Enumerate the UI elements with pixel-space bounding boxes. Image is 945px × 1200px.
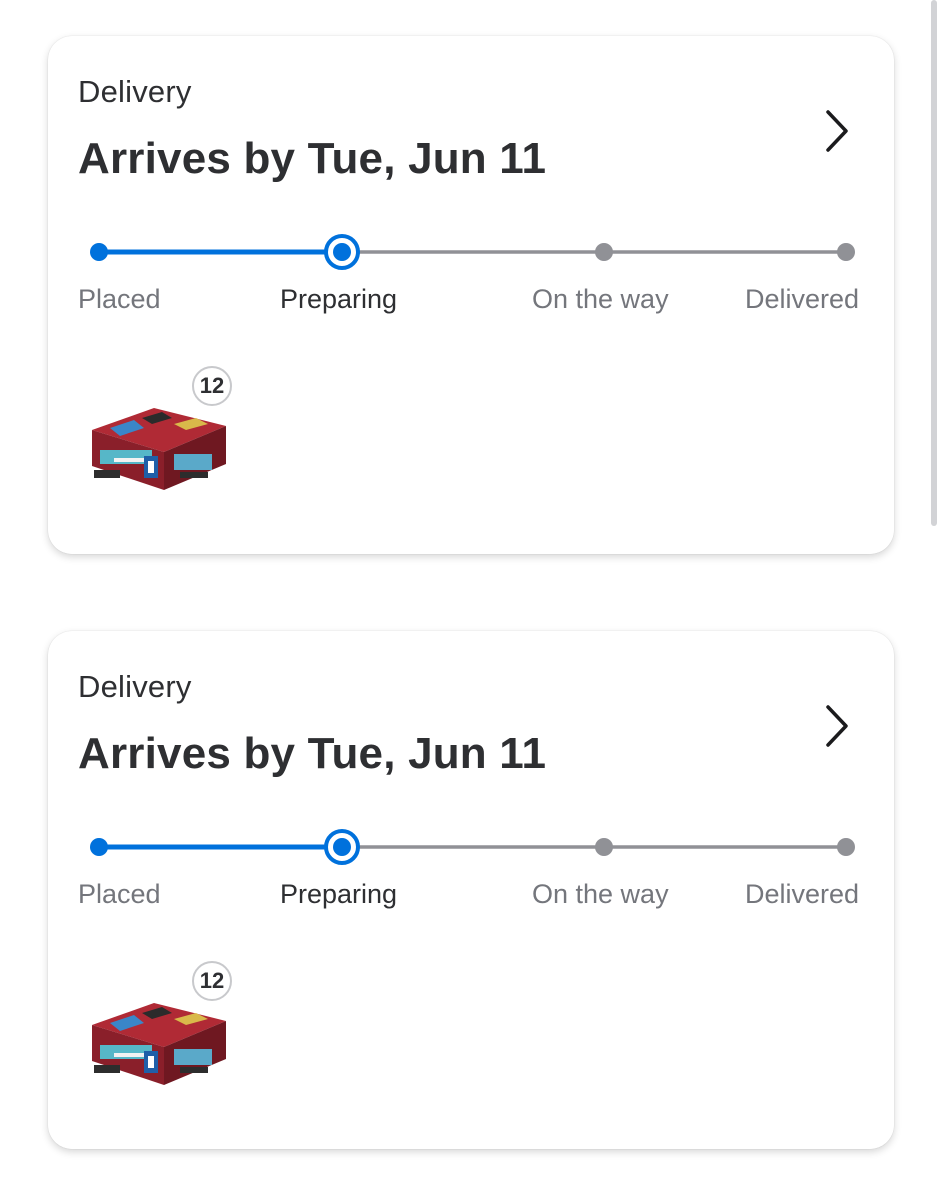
step-label-on-the-way: On the way bbox=[532, 284, 669, 314]
order-card[interactable]: Delivery Arrives by Tue, Jun 11 Placed P… bbox=[48, 631, 894, 1149]
step-dot-delivered bbox=[837, 243, 855, 261]
scrollbar[interactable] bbox=[931, 0, 937, 526]
fulfillment-type-label: Delivery bbox=[78, 74, 192, 109]
step-label-placed: Placed bbox=[78, 284, 161, 314]
chevron-right-icon[interactable] bbox=[818, 701, 858, 751]
step-dot-placed bbox=[90, 243, 108, 261]
step-label-on-the-way: On the way bbox=[532, 879, 669, 909]
step-label-placed: Placed bbox=[78, 879, 161, 909]
step-dot-on-the-way bbox=[595, 838, 613, 856]
step-label-preparing: Preparing bbox=[280, 879, 398, 909]
arrival-date-title: Arrives by Tue, Jun 11 bbox=[78, 134, 547, 183]
order-progress-tracker bbox=[88, 232, 868, 272]
order-card[interactable]: Delivery Arrives by Tue, Jun 11 Placed P… bbox=[48, 36, 894, 554]
step-dot-on-the-way bbox=[595, 243, 613, 261]
step-label-preparing: Preparing bbox=[280, 284, 398, 314]
fulfillment-type-label: Delivery bbox=[78, 669, 192, 704]
item-quantity-badge: 12 bbox=[192, 366, 232, 406]
step-dot-delivered bbox=[837, 838, 855, 856]
order-progress-tracker bbox=[88, 827, 868, 867]
chevron-right-icon[interactable] bbox=[818, 106, 858, 156]
step-label-delivered: Delivered bbox=[745, 879, 860, 909]
item-quantity-badge: 12 bbox=[192, 961, 232, 1001]
arrival-date-title: Arrives by Tue, Jun 11 bbox=[78, 729, 547, 778]
step-dot-placed bbox=[90, 838, 108, 856]
step-label-delivered: Delivered bbox=[745, 284, 860, 314]
